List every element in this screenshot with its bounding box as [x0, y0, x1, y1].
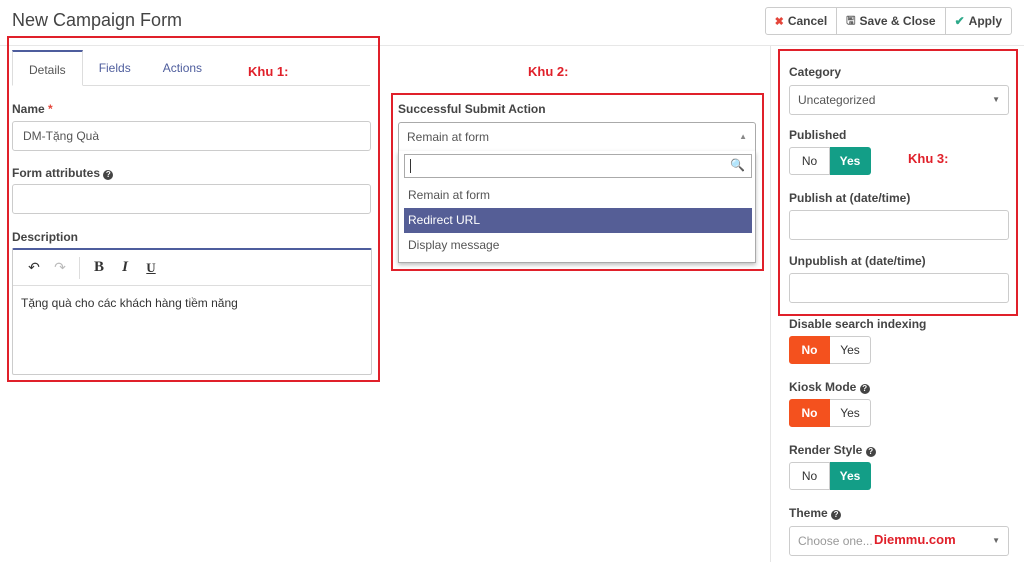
theme-placeholder: Choose one... [798, 534, 873, 548]
option-redirect-url[interactable]: Redirect URL [404, 208, 752, 233]
render-style-no-button[interactable]: No [789, 462, 830, 490]
render-style-toggle: No Yes [789, 462, 871, 490]
submit-action-label: Successful Submit Action [398, 102, 546, 116]
apply-button[interactable]: ✔ Apply [944, 7, 1012, 35]
chevron-down-icon: ▼ [992, 95, 1000, 104]
render-style-yes-button[interactable]: Yes [830, 462, 871, 490]
apply-label: Apply [968, 14, 1002, 28]
dropdown-search-input[interactable]: 🔍 [404, 154, 752, 178]
kiosk-mode-label: Kiosk Mode ? [789, 380, 870, 394]
publish-at-field[interactable] [789, 210, 1009, 240]
annotation-khu-2: Khu 2: [528, 64, 569, 79]
save-close-button[interactable]: 🖫 Save & Close [836, 7, 946, 35]
render-style-label: Render Style ? [789, 443, 876, 457]
publish-at-label: Publish at (date/time) [789, 191, 911, 205]
theme-label: Theme ? [789, 506, 842, 520]
annotation-khu-3: Khu 3: [908, 151, 949, 166]
category-value: Uncategorized [798, 93, 876, 107]
render-style-label-text: Render Style [789, 443, 863, 457]
submit-action-value: Remain at form [407, 130, 490, 144]
disable-search-label: Disable search indexing [789, 317, 927, 331]
unpublish-at-field[interactable] [789, 273, 1009, 303]
submit-action-dropdown: 🔍 Remain at form Redirect URL Display me… [398, 151, 756, 263]
caret-up-icon: ▲ [739, 132, 747, 141]
published-no-button[interactable]: No [789, 147, 830, 175]
published-toggle: No Yes [789, 147, 871, 175]
submit-action-select[interactable]: Remain at form ▲ [398, 122, 756, 152]
category-select[interactable]: Uncategorized ▼ [789, 85, 1009, 115]
kiosk-no-button[interactable]: No [789, 399, 830, 427]
unpublish-at-label: Unpublish at (date/time) [789, 254, 926, 268]
close-icon: ✖ [774, 15, 784, 28]
option-display-message[interactable]: Display message [404, 233, 752, 258]
disable-search-toggle: No Yes [789, 336, 871, 364]
option-remain-at-form[interactable]: Remain at form [404, 183, 752, 208]
help-icon[interactable]: ? [831, 510, 842, 520]
cancel-label: Cancel [787, 14, 828, 28]
category-label: Category [789, 65, 842, 79]
kiosk-mode-label-text: Kiosk Mode [789, 380, 857, 394]
toolbar: ✖ Cancel 🖫 Save & Close ✔ Apply [764, 7, 1012, 35]
published-label: Published [789, 128, 847, 142]
check-icon: ✔ [954, 14, 965, 28]
annotation-khu-1: Khu 1: [248, 64, 289, 79]
published-yes-button[interactable]: Yes [830, 147, 871, 175]
text-cursor [410, 159, 411, 173]
disable-search-yes-button[interactable]: Yes [830, 336, 871, 364]
page-title: New Campaign Form [12, 10, 183, 30]
theme-label-text: Theme [789, 506, 828, 520]
highlight-box-1 [7, 36, 380, 382]
save-close-label: Save & Close [859, 14, 936, 28]
kiosk-yes-button[interactable]: Yes [830, 399, 871, 427]
chevron-down-icon: ▼ [992, 536, 1000, 545]
kiosk-mode-toggle: No Yes [789, 399, 871, 427]
cancel-button[interactable]: ✖ Cancel [764, 7, 838, 35]
disable-search-no-button[interactable]: No [789, 336, 830, 364]
help-icon[interactable]: ? [859, 384, 870, 394]
help-icon[interactable]: ? [865, 447, 876, 457]
search-icon: 🔍 [730, 158, 745, 172]
watermark: Diemmu.com [874, 532, 956, 547]
save-icon: 🖫 [846, 14, 856, 27]
